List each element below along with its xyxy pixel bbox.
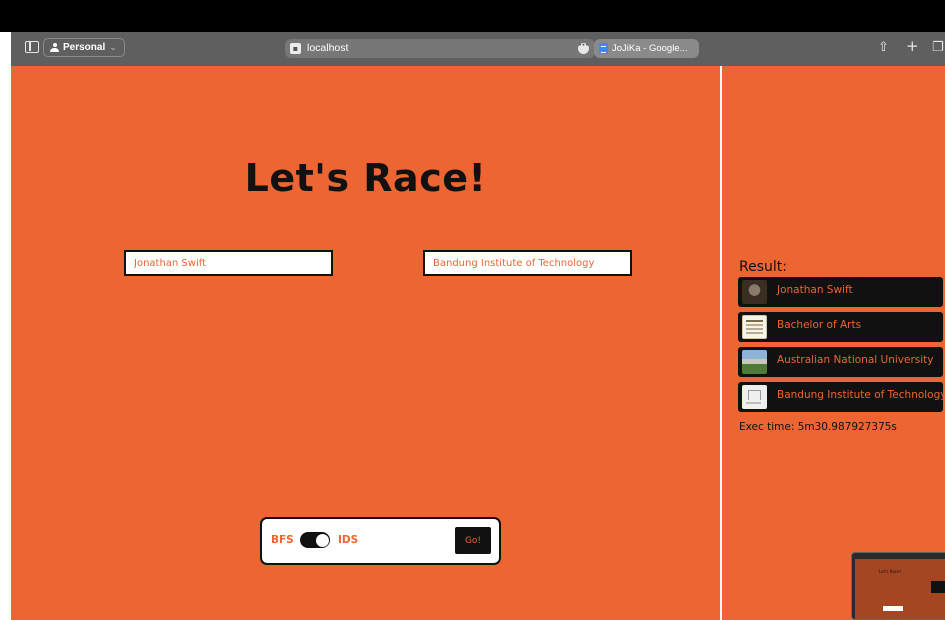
screenshot-preview[interactable]: Let's Race! [851, 552, 945, 620]
exec-time: Exec time: 5m30.987927375s [739, 421, 897, 433]
share-icon[interactable]: ⇧ [878, 40, 889, 56]
screen-top-bar [0, 0, 945, 32]
result-item[interactable]: Jonathan Swift [738, 277, 943, 307]
chevron-down-icon: ⌄ [109, 42, 117, 52]
result-item-label: Bachelor of Arts [777, 319, 862, 331]
browser-toolbar: Personal ⌄ ▪ localhost ··· JoJiKa - Goog… [11, 32, 945, 66]
main-page: Let's Race! BFS IDS Go! [11, 66, 720, 620]
site-icon: ▪ [290, 43, 301, 54]
address-bar[interactable]: ▪ localhost ··· [285, 39, 595, 58]
preview-title: Let's Race! [879, 569, 902, 574]
profile-button[interactable]: Personal ⌄ [43, 38, 125, 57]
result-item-label: Bandung Institute of Technology [777, 389, 945, 401]
preview-control-bar [883, 606, 903, 611]
more-options-icon[interactable]: ··· [578, 42, 589, 54]
ids-label: IDS [338, 534, 359, 546]
preview-result-list [931, 581, 945, 593]
result-item-label: Australian National University [777, 354, 934, 366]
tab-jojika[interactable]: JoJiKa - Google... [594, 39, 699, 58]
portrait-image [742, 280, 767, 304]
tab-title: JoJiKa - Google... [612, 43, 688, 54]
result-item[interactable]: Australian National University [738, 347, 943, 377]
target-article-input[interactable] [423, 250, 632, 276]
page-title: Let's Race! [244, 156, 487, 200]
document-image [742, 315, 767, 339]
result-item[interactable]: Bandung Institute of Technology [738, 382, 945, 412]
person-icon [50, 42, 59, 53]
new-tab-icon[interactable]: + [906, 38, 919, 54]
profile-label: Personal [63, 42, 106, 53]
bfs-label: BFS [271, 534, 294, 546]
sidebar-toggle-icon[interactable] [25, 41, 39, 53]
preview-content: Let's Race! [855, 559, 945, 619]
control-panel: BFS IDS Go! [260, 517, 501, 565]
result-item-label: Jonathan Swift [777, 284, 853, 296]
toggle-knob [315, 533, 329, 547]
result-heading: Result: [739, 259, 787, 275]
start-article-input[interactable] [124, 250, 333, 276]
go-button[interactable]: Go! [455, 527, 491, 554]
result-item[interactable]: Bachelor of Arts [738, 312, 943, 342]
gate-image [742, 385, 767, 409]
algorithm-toggle[interactable] [300, 532, 330, 548]
address-text: localhost [307, 42, 349, 54]
result-panel: Result: Jonathan Swift Bachelor of Arts … [722, 66, 945, 620]
campus-image [742, 350, 767, 374]
google-docs-icon [599, 43, 608, 54]
tab-overview-icon[interactable]: ❐ [932, 40, 944, 56]
screen-left-edge [0, 32, 11, 620]
